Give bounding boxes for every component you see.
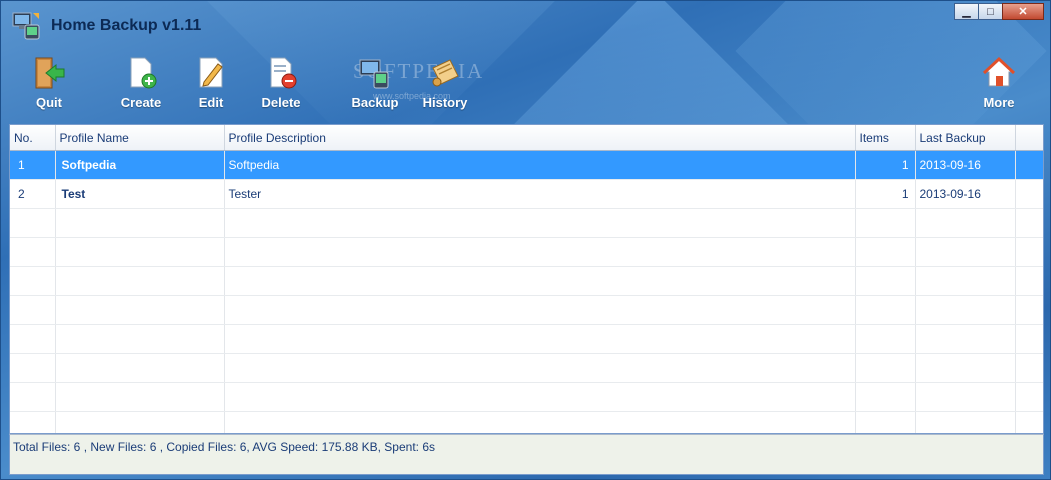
profile-table: No. Profile Name Profile Description Ite… [9,124,1044,434]
cell-profile-description: Tester [224,179,856,209]
empty-row [10,324,1043,354]
cell-no: 2 [10,179,56,209]
cell-no: 1 [10,150,56,180]
exit-door-icon [31,55,67,91]
column-header-items[interactable]: Items [855,125,916,151]
column-header-last-backup[interactable]: Last Backup [915,125,1016,151]
cell-profile-description: Softpedia [224,150,856,180]
empty-row [10,382,1043,412]
empty-row [10,295,1043,325]
delete-label: Delete [261,95,301,110]
cell-profile-name: Softpedia [55,150,225,180]
empty-row [10,208,1043,238]
empty-row [10,237,1043,267]
history-button[interactable]: History [409,55,481,110]
cell-items: 1 [855,150,916,180]
close-button[interactable]: ✕ [1002,3,1044,20]
empty-row [10,411,1043,433]
title-bar: Home Backup v1.11 ▁ □ ✕ [1,1,1050,49]
history-label: History [422,95,468,110]
backup-button[interactable]: Backup [339,55,411,110]
quit-button[interactable]: Quit [13,55,85,110]
backup-label: Backup [351,95,399,110]
app-icon [11,11,43,41]
history-scroll-icon [427,55,463,91]
app-window: Home Backup v1.11 ▁ □ ✕ SOFTPEDIA www.so… [0,0,1051,480]
empty-row [10,266,1043,296]
table-row[interactable]: 1 Softpedia Softpedia 1 2013-09-16 [10,150,1043,180]
empty-row [10,353,1043,383]
delete-button[interactable]: Delete [245,55,317,110]
column-header-profile-description[interactable]: Profile Description [224,125,856,151]
quit-label: Quit [36,95,62,110]
window-title: Home Backup v1.11 [51,17,202,34]
new-document-icon [123,55,159,91]
window-controls: ▁ □ ✕ [954,3,1044,20]
table-header-row: No. Profile Name Profile Description Ite… [10,125,1043,151]
cell-filler [1015,150,1043,180]
create-label: Create [120,95,162,110]
column-header-profile-name[interactable]: Profile Name [55,125,225,151]
cell-filler [1015,179,1043,209]
home-icon [981,55,1017,91]
minimize-button[interactable]: ▁ [954,3,979,20]
more-button[interactable]: More [963,55,1035,110]
table-row[interactable]: 2 Test Tester 1 2013-09-16 [10,179,1043,209]
edit-button[interactable]: Edit [175,55,247,110]
cell-profile-name: Test [55,179,225,209]
edit-label: Edit [198,95,224,110]
column-header-filler [1015,125,1043,151]
more-label: More [983,95,1015,110]
toolbar: Quit Create Edit Delete Backup History M… [1,55,1050,117]
column-header-no[interactable]: No. [10,125,56,151]
cell-items: 1 [855,179,916,209]
backup-computer-icon [357,55,393,91]
create-button[interactable]: Create [105,55,177,110]
cell-last-backup: 2013-09-16 [915,150,1016,180]
maximize-button[interactable]: □ [978,3,1003,20]
edit-pencil-icon [193,55,229,91]
status-bar: Total Files: 6 , New Files: 6 , Copied F… [9,434,1044,475]
cell-last-backup: 2013-09-16 [915,179,1016,209]
delete-document-icon [263,55,299,91]
status-text: Total Files: 6 , New Files: 6 , Copied F… [13,440,435,454]
